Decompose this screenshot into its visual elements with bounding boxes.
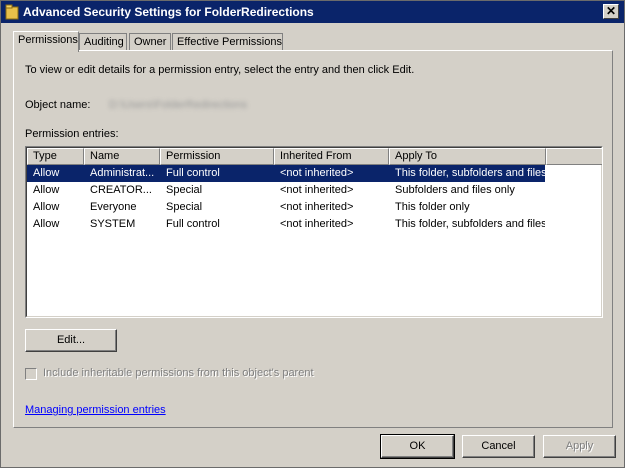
window-title: Advanced Security Settings for FolderRed…	[23, 5, 314, 19]
inherit-permissions-checkbox	[25, 368, 37, 380]
cell-type: Allow	[33, 201, 60, 213]
tab-effective-permissions[interactable]: Effective Permissions	[172, 33, 283, 51]
cancel-button[interactable]: Cancel	[462, 435, 535, 458]
instructions-text: To view or edit details for a permission…	[25, 64, 415, 76]
permissions-panel: To view or edit details for a permission…	[13, 50, 613, 428]
cell-apply-to: This folder only	[395, 201, 470, 213]
cell-type: Allow	[33, 218, 60, 230]
ok-button[interactable]: OK	[380, 434, 455, 459]
table-row[interactable]: Allow SYSTEM Full control <not inherited…	[27, 216, 545, 233]
cell-inherited-from: <not inherited>	[280, 218, 354, 230]
apply-button: Apply	[543, 435, 616, 458]
cell-permission: Special	[166, 201, 203, 213]
advanced-security-dialog: Advanced Security Settings for FolderRed…	[0, 0, 625, 468]
cell-inherited-from: <not inherited>	[280, 184, 354, 196]
table-row[interactable]: Allow Everyone Special <not inherited> T…	[27, 199, 545, 216]
cell-name: Everyone	[90, 201, 137, 213]
edit-button[interactable]: Edit...	[25, 329, 117, 352]
object-name-value: D:\Users\FolderRedirections	[109, 99, 248, 111]
close-icon: ✕	[605, 4, 617, 18]
object-name-label: Object name:	[25, 99, 91, 111]
tab-label: Owner	[134, 36, 167, 48]
cell-inherited-from: <not inherited>	[280, 167, 354, 179]
cell-inherited-from: <not inherited>	[280, 201, 354, 213]
tab-owner[interactable]: Owner	[129, 33, 171, 51]
cell-apply-to: Subfolders and files only	[395, 184, 515, 196]
table-row[interactable]: Allow Administrat... Full control <not i…	[27, 165, 545, 182]
cell-name: SYSTEM	[90, 218, 136, 230]
cell-type: Allow	[33, 167, 60, 179]
column-header-permission[interactable]: Permission	[160, 148, 274, 165]
folder-icon	[5, 4, 19, 20]
close-button[interactable]: ✕	[603, 4, 619, 19]
cell-type: Allow	[33, 184, 60, 196]
column-header-apply-to[interactable]: Apply To	[389, 148, 546, 165]
cell-permission: Full control	[166, 218, 220, 230]
cell-permission: Special	[166, 184, 203, 196]
column-header-name[interactable]: Name	[84, 148, 160, 165]
table-row[interactable]: Allow CREATOR... Special <not inherited>…	[27, 182, 545, 199]
tab-label: Auditing	[84, 36, 124, 48]
title-bar[interactable]: Advanced Security Settings for FolderRed…	[1, 1, 624, 23]
column-header-type[interactable]: Type	[27, 148, 84, 165]
tab-permissions[interactable]: Permissions	[13, 31, 79, 52]
tab-auditing[interactable]: Auditing	[79, 33, 127, 51]
cell-name: CREATOR...	[90, 184, 152, 196]
managing-permission-entries-link[interactable]: Managing permission entries	[25, 404, 166, 416]
permission-entries-list[interactable]: Type Name Permission Inherited From Appl…	[25, 146, 603, 318]
inherit-permissions-label: Include inheritable permissions from thi…	[43, 367, 314, 379]
tab-label: Effective Permissions	[177, 36, 282, 48]
cell-apply-to: This folder, subfolders and files	[395, 167, 545, 179]
cell-permission: Full control	[166, 167, 220, 179]
cell-name: Administrat...	[90, 167, 155, 179]
cell-apply-to: This folder, subfolders and files	[395, 218, 545, 230]
column-header-filler	[546, 148, 602, 165]
permission-entries-label: Permission entries:	[25, 128, 119, 140]
list-header: Type Name Permission Inherited From Appl…	[27, 148, 602, 165]
column-header-inherited-from[interactable]: Inherited From	[274, 148, 389, 165]
tab-label: Permissions	[18, 34, 78, 46]
